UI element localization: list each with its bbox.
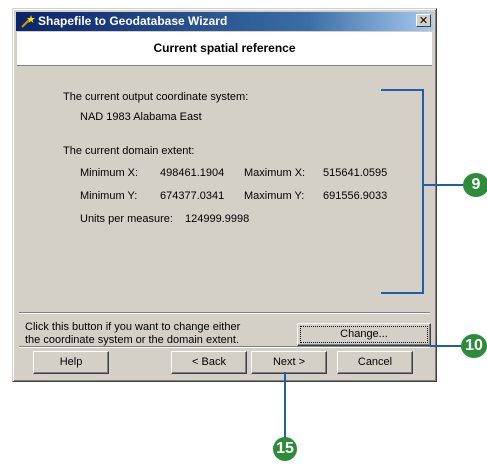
step-10-callout: 10 — [461, 334, 487, 358]
step-9-callout: 9 — [463, 173, 487, 197]
callout-lines — [284, 89, 464, 438]
step-15-callout: 15 — [273, 437, 297, 461]
bracket-line — [381, 89, 424, 294]
